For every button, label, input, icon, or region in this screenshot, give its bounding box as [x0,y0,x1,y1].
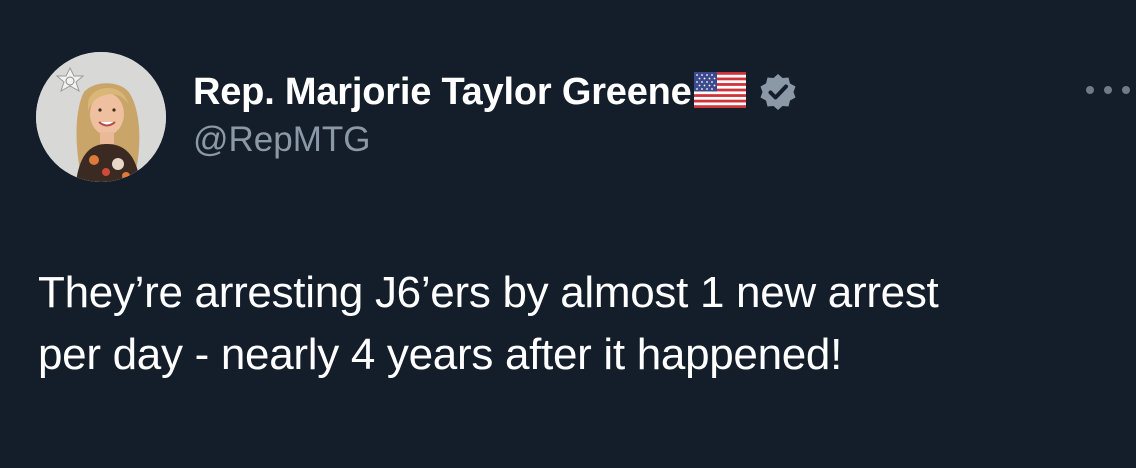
more-options-icon [1086,86,1094,94]
tweet-text-line: They’re arresting J6’ers by almost 1 new… [38,268,939,317]
tweet-text: They’re arresting J6’ers by almost 1 new… [38,262,1118,386]
verified-badge-icon[interactable] [758,72,798,112]
more-options-button[interactable] [1086,76,1130,104]
avatar-photo [36,52,166,182]
display-name[interactable]: Rep. Marjorie Taylor Greene [193,71,692,114]
tweet-text-line: per day - nearly 4 years after it happen… [38,330,843,379]
avatar[interactable] [36,52,166,182]
tweet-card: Rep. Marjorie Taylor Greene @RepMTG They… [0,0,1136,468]
us-flag-icon [693,72,746,108]
more-options-icon [1104,86,1112,94]
user-handle[interactable]: @RepMTG [193,120,953,160]
tweet-header: Rep. Marjorie Taylor Greene @RepMTG [193,68,953,168]
name-row: Rep. Marjorie Taylor Greene [193,68,953,116]
more-options-icon [1122,86,1130,94]
